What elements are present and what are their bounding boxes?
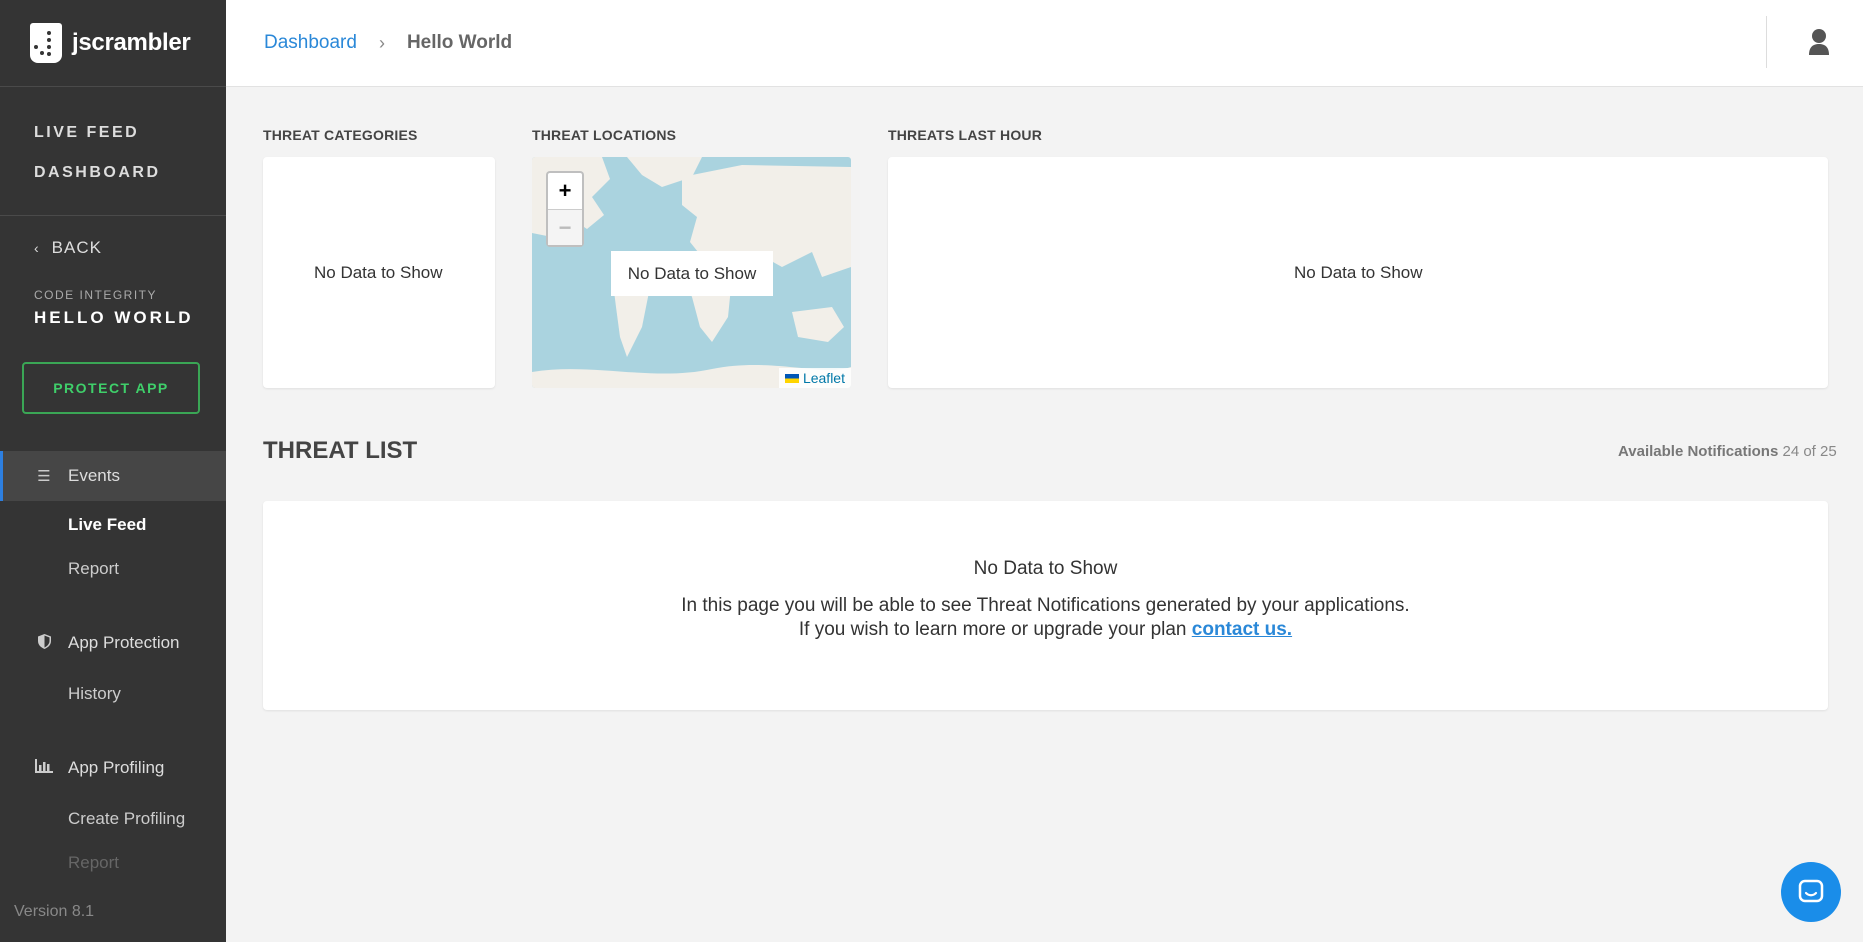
nav-dashboard[interactable]: DASHBOARD <box>34 153 226 193</box>
threat-map[interactable]: + − No Data to Show Leaflet <box>532 157 851 388</box>
shield-icon <box>34 633 54 653</box>
version-label: Version 8.1 <box>14 903 95 920</box>
sidebar-section-events[interactable]: ☰ Events <box>0 451 226 501</box>
zoom-in-button[interactable]: + <box>548 173 582 209</box>
threat-categories-title: THREAT CATEGORIES <box>263 127 418 143</box>
bar-chart-icon <box>34 759 54 777</box>
threats-last-hour-title: THREATS LAST HOUR <box>888 127 1043 143</box>
available-notifications-label: Available Notifications <box>1618 443 1779 460</box>
threat-list-empty-line1: In this page you will be able to see Thr… <box>681 595 1410 616</box>
ukraine-flag-icon <box>784 373 799 383</box>
sidebar-item-create-profiling[interactable]: Create Profiling <box>68 809 185 829</box>
threat-list-empty-line2: If you wish to learn more or upgrade you… <box>263 619 1828 641</box>
nav-live-feed[interactable]: LIVE FEED <box>34 113 226 153</box>
back-label: BACK <box>51 238 102 257</box>
section-label: Events <box>68 466 120 485</box>
brand-logo[interactable]: jscrambler <box>0 0 226 87</box>
topbar: Dashboard › Hello World <box>226 0 1863 87</box>
map-zoom-control: + − <box>546 171 584 247</box>
chevron-left-icon: ‹ <box>34 240 40 256</box>
sidebar-item-live-feed[interactable]: Live Feed <box>68 515 146 535</box>
chevron-right-icon: › <box>378 32 385 53</box>
sidebar-section-app-profiling[interactable]: App Profiling <box>0 743 226 793</box>
section-label: App Protection <box>68 633 180 652</box>
map-attribution[interactable]: Leaflet <box>778 368 851 388</box>
user-icon[interactable] <box>1807 28 1831 56</box>
threat-list-empty-title: No Data to Show <box>973 558 1118 579</box>
threat-categories-empty: No Data to Show <box>314 263 443 282</box>
topbar-divider <box>1766 16 1767 68</box>
contact-us-link[interactable]: contact us. <box>1192 619 1292 640</box>
available-notifications: Available Notifications 24 of 25 <box>1618 443 1837 460</box>
section-label: App Profiling <box>68 758 165 777</box>
list-icon: ☰ <box>37 468 51 485</box>
threat-locations-title: THREAT LOCATIONS <box>532 127 677 143</box>
available-notifications-count: 24 of 25 <box>1782 443 1837 460</box>
sidebar-item-history[interactable]: History <box>68 684 121 704</box>
sidebar-item-events-report[interactable]: Report <box>68 559 119 579</box>
sidebar: jscrambler LIVE FEED DASHBOARD ‹ BACK CO… <box>0 0 226 942</box>
threat-list-title: THREAT LIST <box>263 437 418 464</box>
chat-icon[interactable] <box>1781 862 1841 922</box>
protect-app-button[interactable]: PROTECT APP <box>22 362 200 414</box>
breadcrumb-current: Hello World <box>406 32 513 53</box>
sidebar-item-profiling-report: Report <box>68 853 120 872</box>
attribution-link[interactable]: Leaflet <box>803 370 845 386</box>
app-type-label: CODE INTEGRITY <box>34 288 158 302</box>
threat-locations-empty: No Data to Show <box>611 251 773 296</box>
app-name: HELLO WORLD <box>34 308 194 327</box>
upgrade-text: If you wish to learn more or upgrade you… <box>798 619 1187 640</box>
threats-last-hour-empty: No Data to Show <box>1294 263 1423 282</box>
breadcrumb: Dashboard › Hello World <box>226 32 512 54</box>
breadcrumb-dashboard[interactable]: Dashboard <box>264 32 357 54</box>
jscrambler-logo-icon <box>30 23 62 63</box>
back-link[interactable]: ‹ BACK <box>0 216 226 258</box>
zoom-out-button: − <box>548 209 582 245</box>
brand-name: jscrambler <box>72 29 191 56</box>
sidebar-section-app-protection[interactable]: App Protection <box>0 618 226 668</box>
